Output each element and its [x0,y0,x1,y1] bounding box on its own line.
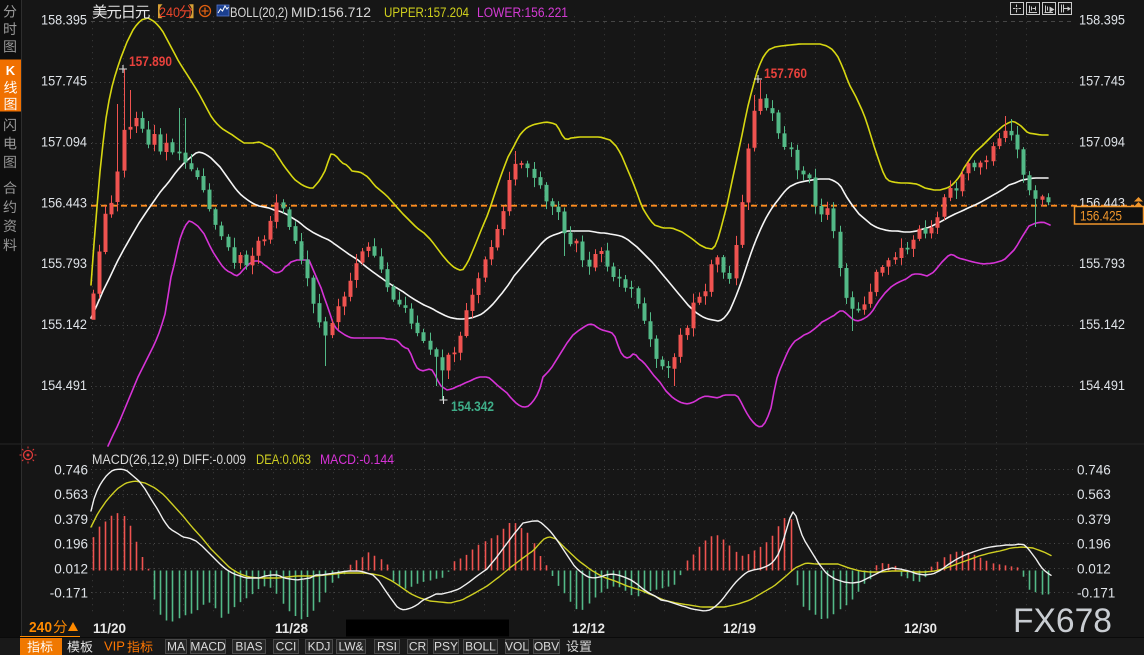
svg-text:-0.171: -0.171 [1077,585,1115,600]
svg-text:155.793: 155.793 [1079,256,1125,271]
svg-text:CCI: CCI [276,640,297,654]
svg-text:155.142: 155.142 [1079,317,1125,332]
svg-text:11/20: 11/20 [93,621,126,636]
svg-text:157.890: 157.890 [129,54,172,69]
svg-text:157.760: 157.760 [764,66,807,81]
svg-text:UPPER:157.204: UPPER:157.204 [384,4,469,20]
svg-text:0.196: 0.196 [1077,537,1111,552]
svg-text:157.094: 157.094 [41,134,87,149]
svg-text:156.443: 156.443 [41,195,87,210]
svg-text:155.793: 155.793 [41,256,87,271]
svg-text:155.142: 155.142 [41,317,87,332]
svg-text:MA: MA [167,640,185,654]
svg-text:OBV: OBV [534,640,559,654]
svg-text:VOL: VOL [505,640,529,654]
svg-text:240: 240 [159,4,180,20]
svg-text:240: 240 [29,620,52,636]
svg-text:MACD:-0.144: MACD:-0.144 [320,451,394,467]
svg-text:154.342: 154.342 [451,399,494,414]
svg-text:DIFF:-0.009: DIFF:-0.009 [183,451,246,467]
svg-text:157.745: 157.745 [41,74,87,89]
svg-text:0.563: 0.563 [1077,487,1111,502]
svg-text:MACD(26,12,9): MACD(26,12,9) [92,451,179,467]
svg-text:0.012: 0.012 [54,561,88,576]
svg-text:157.745: 157.745 [1079,74,1125,89]
svg-text:12/30: 12/30 [904,621,937,636]
svg-text:BOLL(20,2): BOLL(20,2) [230,4,288,20]
svg-text:PSY: PSY [434,640,458,654]
svg-text:RSI: RSI [377,640,397,654]
svg-text:FX678: FX678 [1013,602,1112,640]
svg-text:KDJ: KDJ [308,640,331,654]
svg-text:BOLL: BOLL [465,640,496,654]
svg-text:0.563: 0.563 [54,487,88,502]
svg-text:154.491: 154.491 [1079,378,1125,393]
svg-text:MACD: MACD [190,640,226,654]
svg-text:0.379: 0.379 [1077,512,1111,527]
svg-text:LW&: LW& [338,640,363,654]
svg-text:156.425: 156.425 [1080,209,1122,224]
svg-text:0.379: 0.379 [54,512,88,527]
svg-text:11/28: 11/28 [275,621,308,636]
svg-text:154.491: 154.491 [41,378,87,393]
svg-text:K: K [6,63,16,78]
svg-text:LOWER:156.221: LOWER:156.221 [477,4,568,20]
svg-text:158.395: 158.395 [1079,13,1125,28]
svg-text:12/12: 12/12 [572,621,605,636]
svg-text:BIAS: BIAS [235,640,262,654]
svg-text:-0.171: -0.171 [50,585,88,600]
svg-text:0.746: 0.746 [1077,463,1111,478]
svg-text:158.395: 158.395 [41,13,87,28]
svg-text:12/19: 12/19 [723,621,756,636]
svg-text:CR: CR [409,640,427,654]
svg-text:VIP: VIP [104,639,125,654]
svg-text:DEA:0.063: DEA:0.063 [256,451,311,467]
svg-text:157.094: 157.094 [1079,134,1125,149]
svg-text:0.746: 0.746 [54,463,88,478]
svg-text:MID:156.712: MID:156.712 [291,4,371,20]
svg-text:0.012: 0.012 [1077,561,1111,576]
svg-text:0.196: 0.196 [54,537,88,552]
